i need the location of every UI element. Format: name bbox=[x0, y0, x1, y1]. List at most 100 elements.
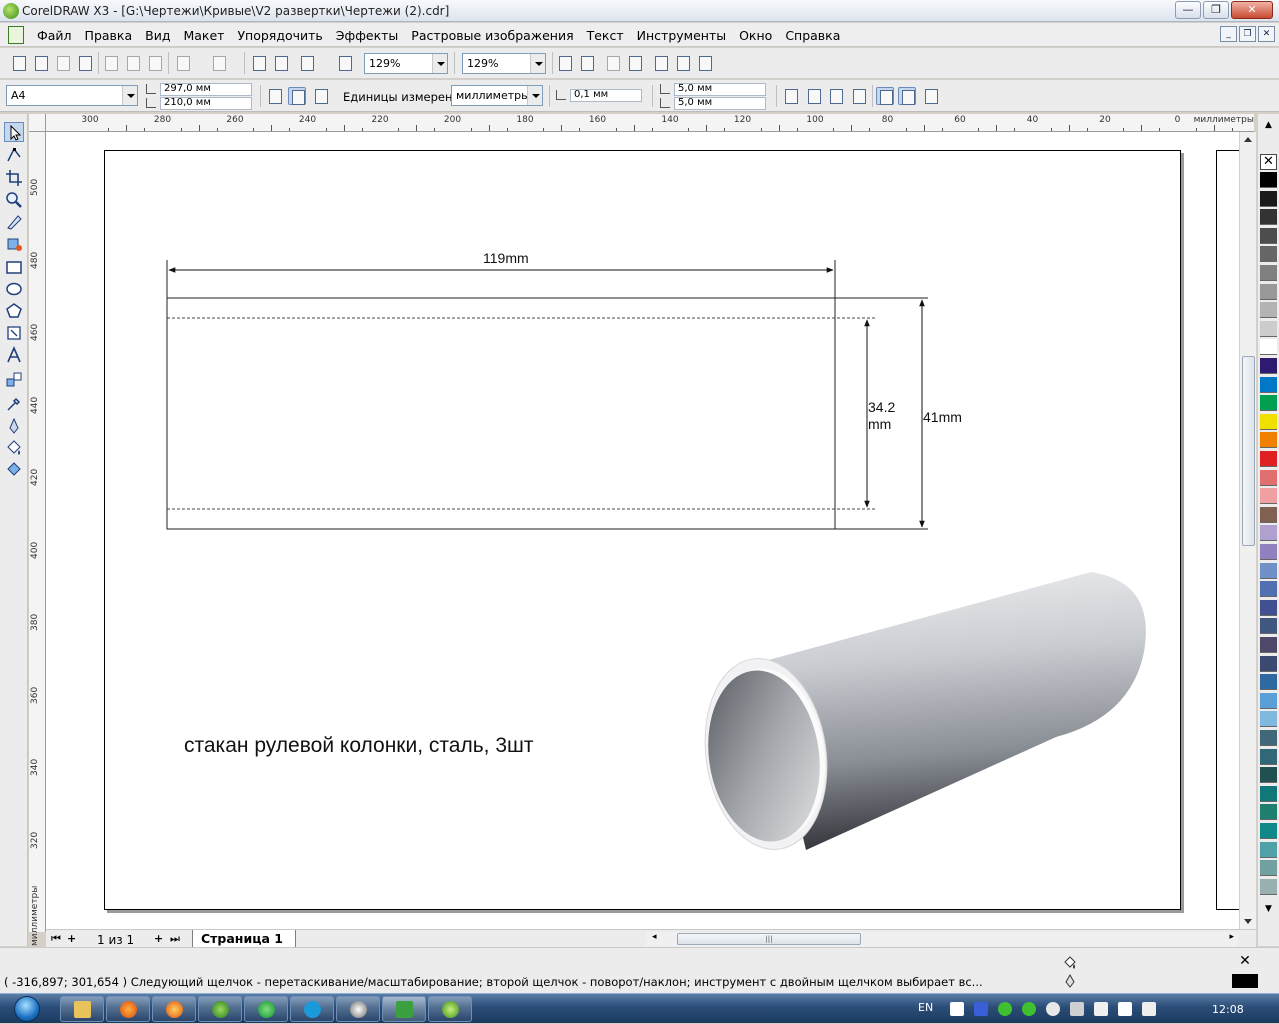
units-select[interactable]: миллиметры bbox=[451, 85, 543, 106]
interactive-fill-tool-icon[interactable] bbox=[4, 460, 24, 480]
horizontal-ruler[interactable]: миллиметры 300 280 260 240 220 200 180 160 140 12… bbox=[46, 114, 1254, 132]
close-button[interactable]: ✕ bbox=[1231, 1, 1273, 19]
zoom-all-icon[interactable] bbox=[626, 54, 644, 72]
taskbar-app-3[interactable] bbox=[152, 996, 196, 1022]
coreldraw-app-icon[interactable] bbox=[3, 3, 19, 19]
menu-arrange[interactable]: Упорядочить bbox=[237, 28, 335, 43]
snap-guidelines-icon[interactable] bbox=[805, 87, 823, 105]
last-page-icon[interactable]: ⏭ bbox=[170, 932, 180, 946]
palette-scroll-up-icon[interactable]: ▲ bbox=[1262, 120, 1275, 134]
vertical-scroll-thumb[interactable] bbox=[1242, 356, 1255, 546]
chevron-down-icon[interactable] bbox=[122, 86, 137, 105]
zoom-page-icon[interactable] bbox=[652, 54, 670, 72]
zoom-selected-icon[interactable] bbox=[604, 54, 622, 72]
shape-tool-icon[interactable] bbox=[4, 145, 24, 165]
tray-app4-icon[interactable] bbox=[1070, 1002, 1084, 1016]
page-height-field[interactable]: 210,0 мм bbox=[146, 97, 256, 110]
tray-lav-icon[interactable] bbox=[950, 1002, 964, 1016]
menu-layout[interactable]: Макет bbox=[183, 28, 237, 43]
clock[interactable]: 12:08 bbox=[1212, 1003, 1244, 1016]
ruler-origin[interactable] bbox=[29, 114, 46, 132]
part-caption[interactable]: стакан рулевой колонки, сталь, 3шт bbox=[184, 734, 533, 758]
flag-icon[interactable] bbox=[1094, 1002, 1108, 1016]
duplicate-y-field[interactable]: 5,0 мм bbox=[660, 97, 770, 110]
import-icon[interactable] bbox=[250, 54, 268, 72]
taskbar-coreldraw[interactable] bbox=[428, 996, 472, 1022]
language-indicator[interactable]: EN bbox=[918, 1001, 933, 1014]
all-pages-icon[interactable] bbox=[312, 87, 330, 105]
first-page-icon[interactable]: ⏮ bbox=[51, 932, 61, 946]
export-icon[interactable] bbox=[272, 54, 290, 72]
taskbar-app-4[interactable] bbox=[198, 996, 242, 1022]
maximize-button[interactable]: ❐ bbox=[1203, 1, 1229, 19]
palette-swatch[interactable] bbox=[1260, 469, 1277, 486]
freehand-tool-icon[interactable] bbox=[4, 212, 24, 232]
network-icon[interactable] bbox=[1118, 1002, 1132, 1016]
new-document-icon[interactable] bbox=[10, 54, 28, 72]
scroll-up-icon[interactable] bbox=[1244, 137, 1252, 142]
drawing-canvas[interactable]: 119mm 34.2 mm 41mm стакан рулевой колонк… bbox=[46, 132, 1239, 929]
menu-view[interactable]: Вид bbox=[145, 28, 183, 43]
chevron-down-icon[interactable] bbox=[530, 54, 545, 73]
add-page-after-icon[interactable]: + bbox=[154, 932, 163, 945]
paper-size-select[interactable]: A4 bbox=[6, 85, 138, 106]
palette-swatch[interactable] bbox=[1260, 339, 1277, 356]
interactive-blend-tool-icon[interactable] bbox=[4, 370, 24, 390]
tray-lav2-icon[interactable] bbox=[974, 1002, 988, 1016]
taskbar-app-8[interactable] bbox=[382, 996, 426, 1022]
redo-icon[interactable] bbox=[210, 54, 228, 72]
rectangle-tool-icon[interactable] bbox=[4, 257, 24, 277]
menu-bitmaps[interactable]: Растровые изображения bbox=[411, 28, 586, 43]
portrait-icon[interactable] bbox=[266, 87, 284, 105]
palette-swatch[interactable] bbox=[1260, 506, 1277, 523]
open-icon[interactable] bbox=[32, 54, 50, 72]
landscape-icon[interactable] bbox=[288, 87, 306, 105]
horizontal-scrollbar[interactable]: ◂ ||| ▸ bbox=[646, 932, 1238, 947]
pick-tool-icon[interactable] bbox=[4, 122, 24, 142]
palette-swatch[interactable] bbox=[1260, 841, 1277, 858]
taskbar-explorer[interactable] bbox=[60, 996, 104, 1022]
menu-text[interactable]: Текст bbox=[587, 28, 637, 43]
palette-swatch[interactable] bbox=[1260, 581, 1277, 598]
start-button[interactable] bbox=[4, 994, 54, 1024]
inner-diameter-label-line2[interactable]: mm bbox=[868, 416, 891, 432]
options-icon[interactable] bbox=[922, 87, 940, 105]
palette-swatch[interactable] bbox=[1260, 674, 1277, 691]
palette-swatch[interactable] bbox=[1260, 209, 1277, 226]
doc-minimize-button[interactable]: _ bbox=[1220, 26, 1237, 42]
doc-restore-button[interactable]: ❐ bbox=[1239, 26, 1256, 42]
palette-swatch[interactable] bbox=[1260, 488, 1277, 505]
text-tool-icon[interactable] bbox=[4, 345, 24, 365]
outline-color-swatch[interactable] bbox=[1232, 974, 1258, 988]
palette-swatch[interactable] bbox=[1260, 804, 1277, 821]
scroll-right-icon[interactable]: ▸ bbox=[1229, 932, 1234, 942]
palette-swatch[interactable] bbox=[1260, 599, 1277, 616]
palette-scroll-down-icon[interactable]: ▼ bbox=[1262, 904, 1275, 918]
minimize-button[interactable]: — bbox=[1175, 1, 1201, 19]
palette-swatch[interactable] bbox=[1260, 785, 1277, 802]
palette-swatch[interactable] bbox=[1260, 302, 1277, 319]
treat-as-filled-icon[interactable] bbox=[876, 87, 894, 105]
zoom-combo-1[interactable]: 129% bbox=[364, 53, 448, 74]
scroll-left-icon[interactable]: ◂ bbox=[652, 932, 657, 942]
vertical-ruler[interactable]: миллиметры 500 480 460 440 420 400 380 360 340 32… bbox=[29, 132, 46, 946]
palette-swatch[interactable] bbox=[1260, 376, 1277, 393]
fill-tool-icon[interactable] bbox=[4, 438, 24, 458]
palette-swatch[interactable] bbox=[1260, 451, 1277, 467]
palette-swatch[interactable] bbox=[1260, 172, 1277, 188]
doc-close-button[interactable]: ✕ bbox=[1258, 26, 1275, 42]
palette-swatch[interactable] bbox=[1260, 562, 1277, 579]
cut-icon[interactable] bbox=[102, 54, 120, 72]
page-tab-1[interactable]: Страница 1 bbox=[192, 930, 296, 948]
corel-online-icon[interactable] bbox=[336, 54, 354, 72]
menu-effects[interactable]: Эффекты bbox=[336, 28, 412, 43]
crop-tool-icon[interactable] bbox=[4, 168, 24, 188]
palette-swatch[interactable] bbox=[1260, 711, 1277, 728]
palette-swatch[interactable] bbox=[1260, 878, 1277, 895]
paste-icon[interactable] bbox=[146, 54, 164, 72]
document-icon[interactable] bbox=[8, 26, 24, 44]
tray-app3-icon[interactable] bbox=[1046, 1002, 1060, 1016]
zoom-tool-icon[interactable] bbox=[4, 190, 24, 210]
draw-bounding-icon[interactable] bbox=[898, 87, 916, 105]
scroll-down-icon[interactable] bbox=[1244, 919, 1252, 924]
